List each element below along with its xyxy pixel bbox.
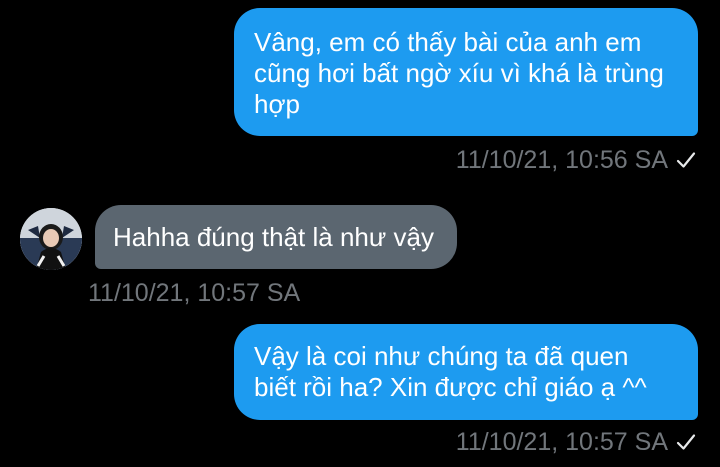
check-icon bbox=[676, 433, 696, 451]
message-bubble-incoming[interactable]: Hahha đúng thật là như vậy bbox=[95, 205, 457, 269]
avatar[interactable] bbox=[20, 208, 82, 270]
message-timestamp: 11/10/21, 10:57 SA bbox=[88, 279, 300, 307]
message-timestamp: 11/10/21, 10:56 SA bbox=[456, 146, 696, 174]
check-icon bbox=[676, 151, 696, 169]
timestamp-text: 11/10/21, 10:56 SA bbox=[455, 146, 668, 174]
timestamp-text: 11/10/21, 10:57 SA bbox=[455, 428, 668, 456]
message-timestamp: 11/10/21, 10:57 SA bbox=[456, 428, 696, 456]
message-bubble-outgoing[interactable]: Vậy là coi như chúng ta đã quen biết rồi… bbox=[234, 324, 698, 420]
timestamp-text: 11/10/21, 10:57 SA bbox=[88, 279, 301, 307]
message-bubble-outgoing[interactable]: Vâng, em có thấy bài của anh em cũng hơi… bbox=[234, 8, 698, 136]
